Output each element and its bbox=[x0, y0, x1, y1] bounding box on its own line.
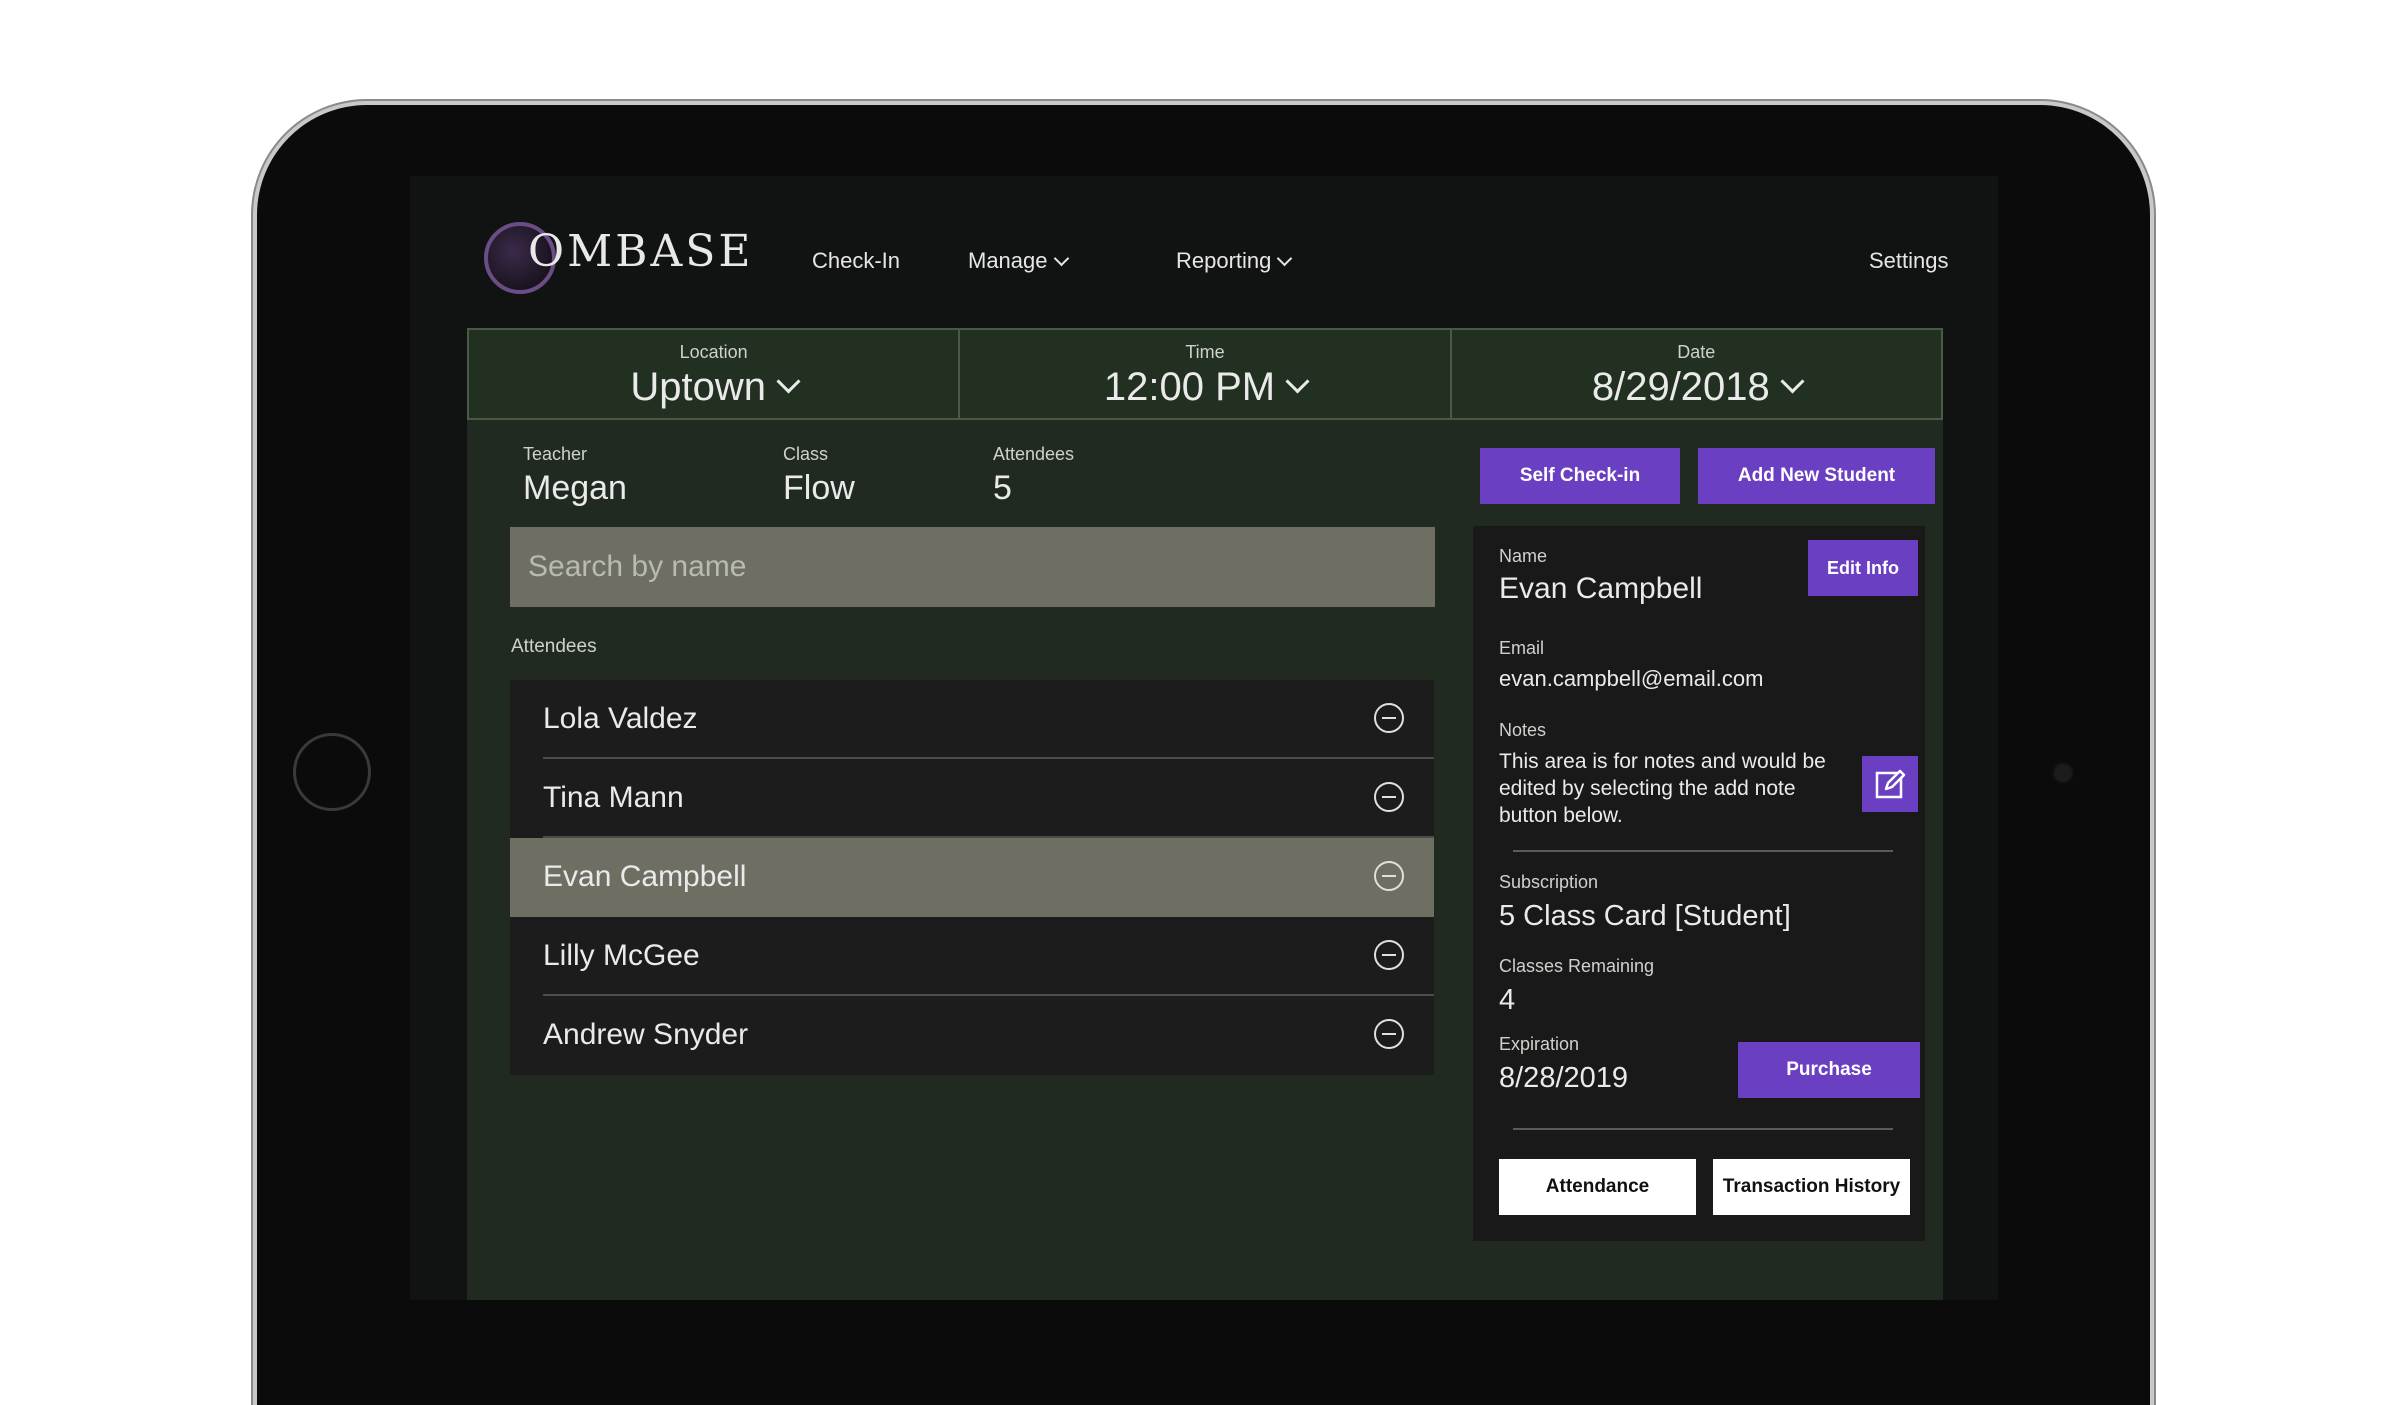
edit-info-button[interactable]: Edit Info bbox=[1808, 540, 1918, 596]
subscription-label: Subscription bbox=[1499, 872, 1599, 892]
attendees-list-label: Attendees bbox=[511, 636, 597, 657]
add-new-student-button[interactable]: Add New Student bbox=[1698, 448, 1935, 504]
edit-note-button[interactable] bbox=[1862, 756, 1918, 812]
divider bbox=[1513, 1128, 1893, 1130]
list-item[interactable]: Tina Mann bbox=[510, 759, 1434, 838]
classes-remaining-value: 4 bbox=[1499, 984, 1516, 1016]
transaction-history-button[interactable]: Transaction History bbox=[1713, 1159, 1910, 1215]
divider bbox=[1513, 850, 1893, 852]
attendee-name: Tina Mann bbox=[543, 781, 684, 814]
email-label: Email bbox=[1499, 638, 1545, 658]
attendee-name: Evan Campbell bbox=[543, 860, 747, 893]
list-item[interactable]: Lola Valdez bbox=[510, 680, 1434, 759]
date-value: 8/29/2018 bbox=[1591, 365, 1770, 409]
notes-label: Notes bbox=[1499, 720, 1547, 740]
class-label: Class bbox=[783, 444, 829, 464]
class-value: Flow bbox=[783, 469, 855, 507]
expiration-value: 8/28/2019 bbox=[1499, 1062, 1629, 1094]
time-label: Time bbox=[1185, 342, 1225, 362]
attendees-count-label: Attendees bbox=[993, 444, 1075, 464]
nav-checkin-label: Check-In bbox=[812, 248, 901, 273]
location-value: Uptown bbox=[630, 365, 766, 409]
attendee-name: Andrew Snyder bbox=[543, 1018, 749, 1051]
attendee-name: Lilly McGee bbox=[543, 939, 700, 972]
student-name: Evan Campbell bbox=[1499, 572, 1703, 605]
nav-settings-label: Settings bbox=[1869, 248, 1949, 273]
list-item-selected[interactable]: Evan Campbell bbox=[510, 838, 1434, 917]
time-selector[interactable]: Time 12:00 PM bbox=[960, 330, 1452, 418]
subscription-value: 5 Class Card [Student] bbox=[1499, 900, 1791, 932]
teacher-info: Teacher Megan bbox=[523, 444, 627, 508]
remove-circle-icon[interactable] bbox=[1374, 861, 1404, 891]
expiration-label: Expiration bbox=[1499, 1034, 1580, 1054]
purchase-button[interactable]: Purchase bbox=[1738, 1042, 1920, 1098]
student-notes: This area is for notes and would be edit… bbox=[1499, 750, 1826, 827]
list-item[interactable]: Lilly McGee bbox=[510, 917, 1434, 996]
nav-reporting[interactable]: Reporting bbox=[1176, 248, 1293, 274]
attendance-button[interactable]: Attendance bbox=[1499, 1159, 1696, 1215]
home-button[interactable] bbox=[293, 733, 371, 811]
app-screen: OMBASE Check-In Manage Reporting Setting… bbox=[410, 176, 1998, 1300]
logo-text: OMBASE bbox=[528, 226, 754, 277]
chevron-down-icon bbox=[1780, 369, 1805, 394]
nav-settings[interactable]: Settings bbox=[1869, 248, 1949, 274]
attendees-list: Lola Valdez Tina Mann Evan Campbell Lill… bbox=[510, 680, 1434, 1075]
date-label: Date bbox=[1677, 342, 1716, 362]
time-value: 12:00 PM bbox=[1103, 365, 1276, 409]
remove-circle-icon[interactable] bbox=[1374, 703, 1404, 733]
date-selector[interactable]: Date 8/29/2018 bbox=[1452, 330, 1941, 418]
nav-manage-label: Manage bbox=[968, 248, 1048, 273]
remove-circle-icon[interactable] bbox=[1374, 1019, 1404, 1049]
session-selectors: Location Uptown Time 12:00 PM Date 8/29/… bbox=[467, 328, 1943, 420]
classes-remaining-label: Classes Remaining bbox=[1499, 956, 1655, 976]
attendees-count-info: Attendees 5 bbox=[993, 444, 1074, 508]
ombase-logo[interactable]: OMBASE bbox=[480, 216, 751, 296]
remove-circle-icon[interactable] bbox=[1374, 940, 1404, 970]
chevron-down-icon bbox=[1285, 369, 1310, 394]
nav-checkin[interactable]: Check-In bbox=[812, 248, 900, 274]
location-selector[interactable]: Location Uptown bbox=[469, 330, 961, 418]
chevron-down-icon bbox=[776, 369, 801, 394]
nav-manage[interactable]: Manage bbox=[968, 248, 1069, 274]
student-detail-card: Name Evan Campbell Edit Info Email evan.… bbox=[1473, 526, 1925, 1241]
list-item[interactable]: Andrew Snyder bbox=[510, 996, 1434, 1075]
attendees-count-value: 5 bbox=[993, 469, 1012, 507]
nav-reporting-label: Reporting bbox=[1176, 248, 1272, 273]
student-name-label: Name bbox=[1499, 546, 1548, 566]
class-info: Class Flow bbox=[783, 444, 855, 508]
chevron-down-icon bbox=[1277, 250, 1293, 267]
teacher-value: Megan bbox=[523, 469, 627, 507]
attendee-name: Lola Valdez bbox=[543, 702, 698, 735]
remove-circle-icon[interactable] bbox=[1374, 782, 1404, 812]
chevron-down-icon bbox=[1053, 250, 1069, 267]
camera-lens bbox=[2052, 762, 2074, 784]
search-input[interactable] bbox=[510, 527, 1435, 607]
teacher-label: Teacher bbox=[523, 444, 588, 464]
edit-pencil-icon bbox=[1875, 769, 1906, 799]
location-label: Location bbox=[679, 342, 748, 362]
self-checkin-button[interactable]: Self Check-in bbox=[1480, 448, 1680, 504]
student-email: evan.campbell@email.com bbox=[1499, 666, 1764, 691]
